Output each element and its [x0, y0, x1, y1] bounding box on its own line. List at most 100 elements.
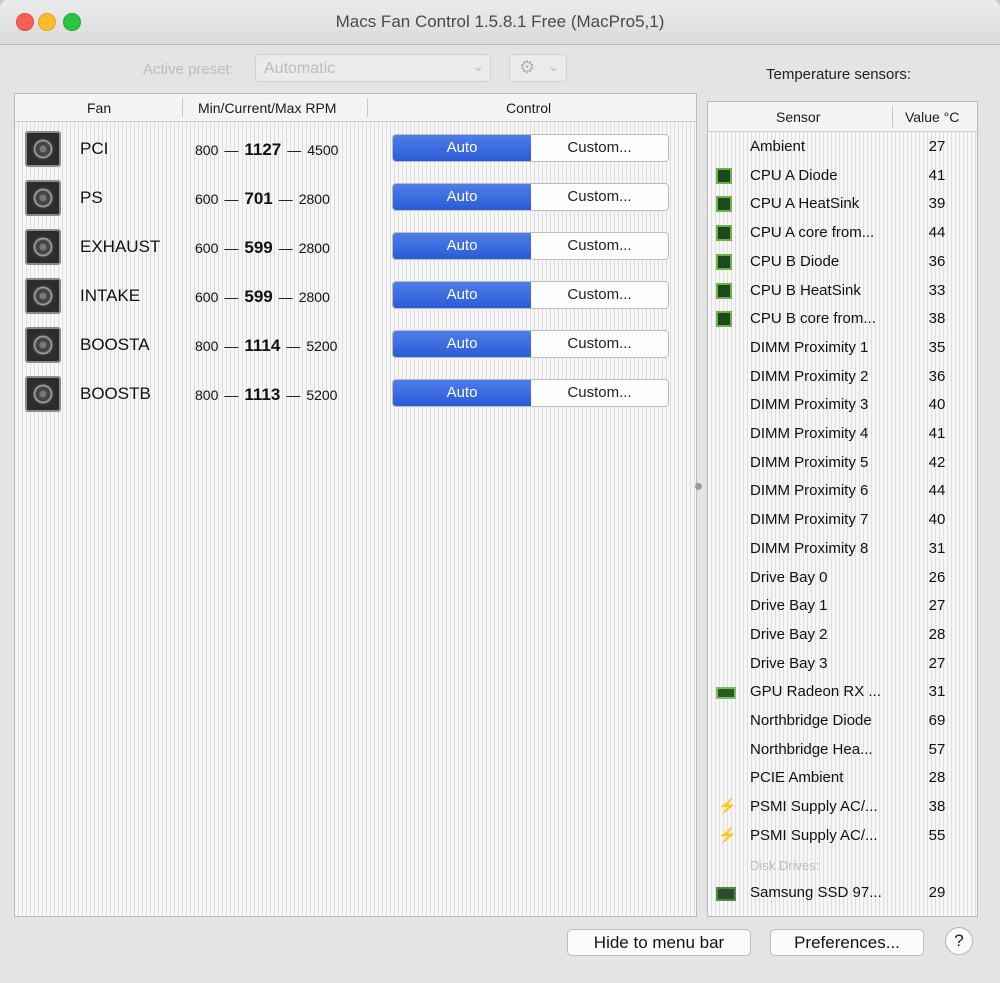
- rpm-max: 2800: [298, 240, 330, 256]
- sensor-row[interactable]: CPU A Diode 41: [708, 162, 977, 191]
- sensor-name: DIMM Proximity 4: [750, 425, 869, 442]
- sensor-row[interactable]: DIMM Proximity 6 44: [708, 477, 977, 506]
- column-divider: [892, 106, 893, 127]
- rpm-separator: —: [278, 289, 293, 305]
- sensor-value: 39: [928, 195, 946, 213]
- fan-icon: [25, 376, 61, 412]
- fan-icon: [25, 180, 61, 216]
- fan-icon: [25, 327, 61, 363]
- fan-name: BOOSTB: [80, 384, 151, 403]
- fan-control-segmented: Auto Custom...: [392, 134, 669, 162]
- cpu-chip-icon: [716, 225, 732, 242]
- sensor-row[interactable]: Ambient 27: [708, 133, 977, 162]
- sensor-row[interactable]: DIMM Proximity 3 40: [708, 391, 977, 420]
- sensor-value: 28: [928, 769, 946, 787]
- sensor-row[interactable]: PCIE Ambient 28: [708, 764, 977, 793]
- rpm-separator: —: [286, 387, 301, 403]
- column-header-value[interactable]: Value °C: [905, 109, 959, 125]
- sensor-value: 27: [928, 654, 946, 672]
- sensor-name: PSMI Supply AC/...: [750, 826, 878, 844]
- sensor-value: 27: [928, 597, 946, 615]
- sensor-row[interactable]: ⚡ PSMI Supply AC/... 55: [708, 822, 977, 851]
- sensor-row[interactable]: Drive Bay 2 28: [708, 621, 977, 650]
- fan-row-pci: PCI 800 — 1127 — 4500 Auto Custom...: [15, 124, 696, 173]
- sensor-row[interactable]: CPU B HeatSink 33: [708, 277, 977, 306]
- sensor-name: GPU Radeon RX ...: [750, 683, 881, 701]
- auto-button[interactable]: Auto: [393, 331, 531, 357]
- custom-button[interactable]: Custom...: [531, 380, 668, 406]
- chevron-down-icon: ⌄: [548, 59, 559, 74]
- sensor-row[interactable]: GPU Radeon RX ... 31: [708, 678, 977, 707]
- app-window: Macs Fan Control 1.5.8.1 Free (MacPro5,1…: [0, 0, 1000, 983]
- title-bar: Macs Fan Control 1.5.8.1 Free (MacPro5,1…: [0, 0, 1000, 45]
- cpu-chip-icon: [716, 282, 732, 299]
- sensor-row[interactable]: DIMM Proximity 1 35: [708, 334, 977, 363]
- column-header-fan[interactable]: Fan: [87, 100, 111, 116]
- sensor-value: 57: [928, 740, 946, 758]
- chevron-updown-icon: ⌄: [472, 58, 484, 74]
- sensor-value: 69: [928, 712, 946, 729]
- auto-button[interactable]: Auto: [393, 282, 531, 308]
- sensor-row[interactable]: Drive Bay 0 26: [708, 564, 977, 593]
- custom-button[interactable]: Custom...: [531, 135, 668, 161]
- preferences-button[interactable]: Preferences...: [770, 929, 924, 956]
- sensor-value: 28: [928, 625, 946, 643]
- sensor-row[interactable]: Northbridge Diode 69: [708, 707, 977, 736]
- cpu-chip-icon: [716, 167, 732, 184]
- column-header-sensor[interactable]: Sensor: [776, 109, 820, 125]
- auto-button[interactable]: Auto: [393, 380, 531, 406]
- sensor-row[interactable]: Northbridge Hea... 57: [708, 736, 977, 765]
- sensor-row[interactable]: CPU B Diode 36: [708, 248, 977, 277]
- gear-menu-button[interactable]: ⚙ ⌄: [509, 54, 567, 82]
- fan-control-segmented: Auto Custom...: [392, 281, 669, 309]
- column-header-rpm[interactable]: Min/Current/Max RPM: [198, 100, 336, 116]
- rpm-min: 600: [195, 289, 219, 305]
- rpm-separator: —: [224, 240, 239, 256]
- sensor-name: DIMM Proximity 8: [750, 539, 869, 557]
- column-header-control[interactable]: Control: [506, 100, 551, 116]
- sensor-row[interactable]: Drive Bay 3 27: [708, 650, 977, 679]
- sensor-row[interactable]: Drive Bay 1 27: [708, 592, 977, 621]
- split-view-handle[interactable]: [694, 482, 702, 492]
- rpm-min: 600: [195, 240, 219, 256]
- auto-button[interactable]: Auto: [393, 233, 531, 259]
- fan-control-segmented: Auto Custom...: [392, 183, 669, 211]
- sensor-row[interactable]: DIMM Proximity 7 40: [708, 506, 977, 535]
- fan-rpm: 600 — 701 — 2800: [195, 189, 330, 209]
- auto-button[interactable]: Auto: [393, 184, 531, 210]
- rpm-max: 5200: [306, 387, 338, 403]
- custom-button[interactable]: Custom...: [531, 233, 668, 259]
- sensor-row[interactable]: Samsung SSD 97... 29: [708, 879, 977, 908]
- sensor-value: 55: [928, 826, 946, 844]
- sensor-value: 41: [928, 425, 946, 442]
- sensor-row[interactable]: DIMM Proximity 8 31: [708, 535, 977, 564]
- help-button[interactable]: ?: [945, 927, 973, 955]
- column-divider: [367, 98, 368, 117]
- sensor-name: Drive Bay 2: [750, 625, 828, 643]
- fan-rpm: 600 — 599 — 2800: [195, 238, 330, 258]
- sensor-name: Ambient: [750, 138, 806, 155]
- sensor-row[interactable]: DIMM Proximity 4 41: [708, 420, 977, 449]
- sensor-name: Drive Bay 0: [750, 568, 828, 586]
- fan-name: BOOSTA: [80, 335, 150, 354]
- gear-icon: ⚙: [519, 57, 536, 77]
- sensor-row[interactable]: DIMM Proximity 2 36: [708, 363, 977, 392]
- sensor-name: Drive Bay 1: [750, 597, 828, 615]
- custom-button[interactable]: Custom...: [531, 184, 668, 210]
- active-preset-select[interactable]: Automatic ⌄: [255, 54, 491, 82]
- sensor-row[interactable]: ⚡ PSMI Supply AC/... 38: [708, 793, 977, 822]
- temperature-sensors-heading: Temperature sensors:: [766, 66, 912, 83]
- custom-button[interactable]: Custom...: [531, 282, 668, 308]
- sensor-row[interactable]: CPU A HeatSink 39: [708, 190, 977, 219]
- auto-button[interactable]: Auto: [393, 135, 531, 161]
- rpm-max: 2800: [298, 191, 330, 207]
- custom-button[interactable]: Custom...: [531, 331, 668, 357]
- fan-rpm: 800 — 1114 — 5200: [195, 336, 337, 356]
- sensor-row[interactable]: DIMM Proximity 5 42: [708, 449, 977, 478]
- rpm-current: 1127: [244, 140, 282, 159]
- sensor-row[interactable]: CPU B core from... 38: [708, 305, 977, 334]
- cpu-chip-icon: [716, 311, 732, 328]
- fan-row-intake: INTAKE 600 — 599 — 2800 Auto Custom...: [15, 271, 696, 320]
- sensor-row[interactable]: CPU A core from... 44: [708, 219, 977, 248]
- hide-to-menu-bar-button[interactable]: Hide to menu bar: [567, 929, 751, 956]
